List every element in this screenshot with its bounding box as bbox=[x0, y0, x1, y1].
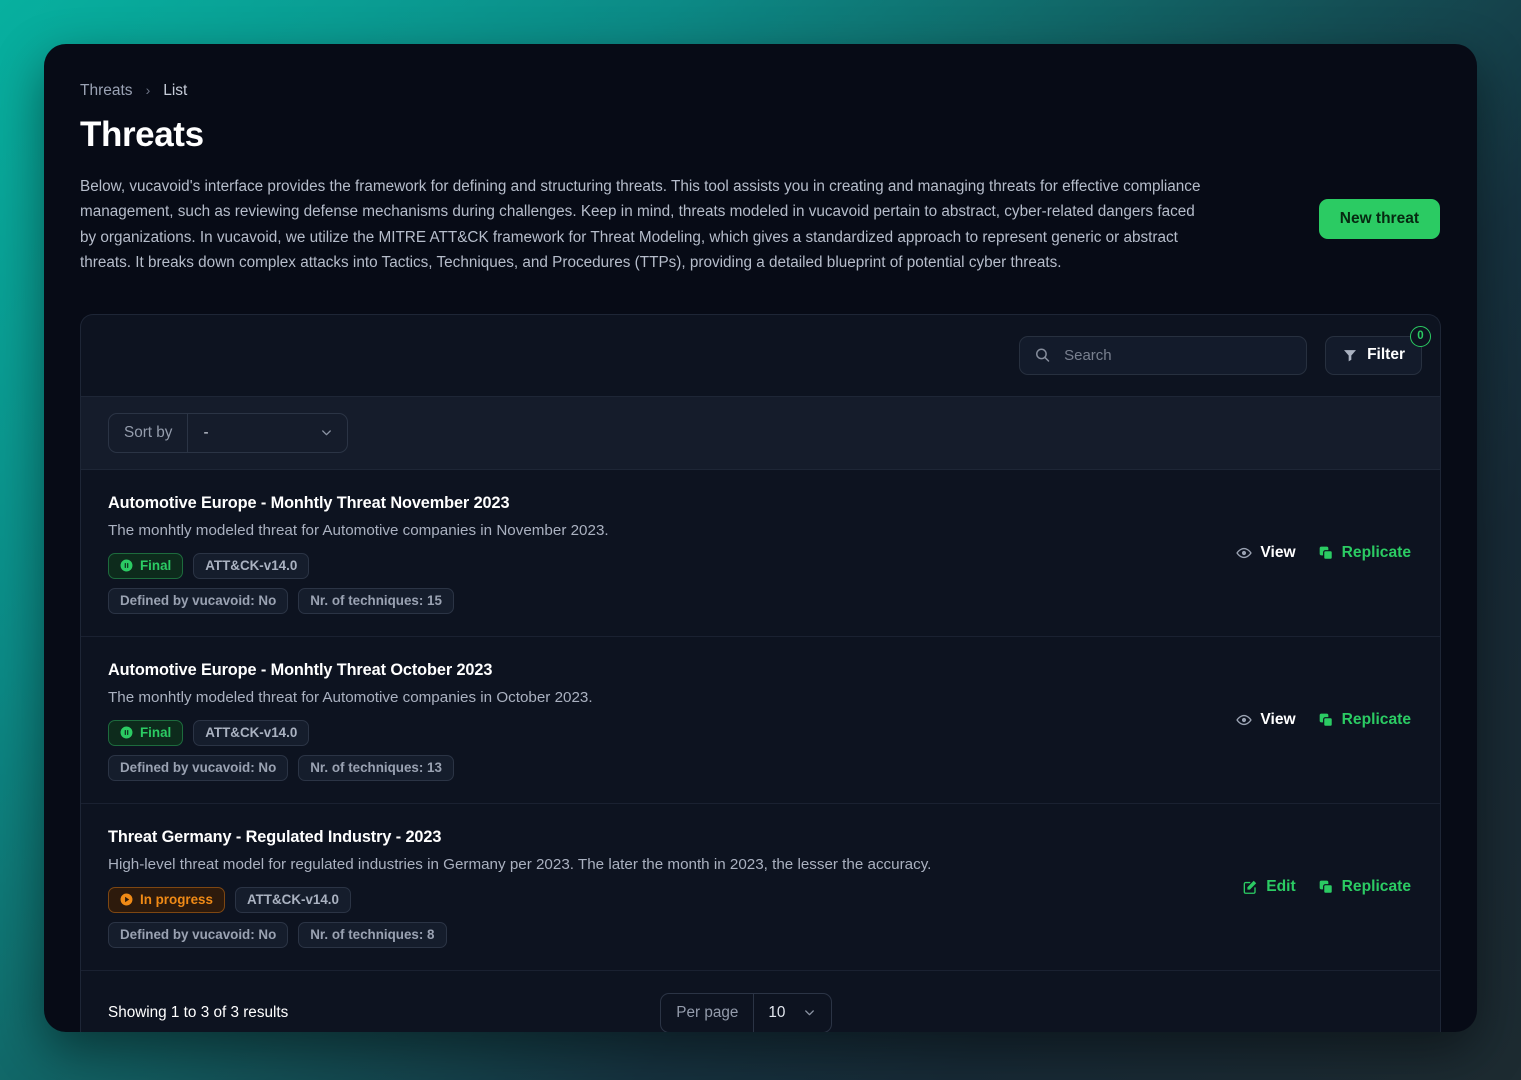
page-description: Below, vucavoid's interface provides the… bbox=[80, 177, 1201, 272]
results-summary: Showing 1 to 3 of 3 results bbox=[108, 1003, 289, 1021]
breadcrumb: Threats › List bbox=[80, 80, 1441, 102]
techniques-count-badge: Nr. of techniques: 8 bbox=[298, 921, 447, 948]
framework-badge: ATT&CK-v14.0 bbox=[193, 552, 310, 579]
edit-label: Edit bbox=[1266, 877, 1296, 895]
sort-by-control[interactable]: Sort by - bbox=[108, 412, 349, 453]
view-button[interactable]: View bbox=[1236, 543, 1296, 562]
per-page-value: 10 bbox=[768, 1003, 786, 1021]
sort-by-label: Sort by bbox=[109, 413, 189, 452]
edit-button[interactable]: Edit bbox=[1242, 877, 1296, 896]
status-label: In progress bbox=[140, 892, 213, 908]
threat-row-content: Automotive Europe - Monhtly Threat Octob… bbox=[108, 659, 593, 781]
table-row[interactable]: Threat Germany - Regulated Industry - 20… bbox=[81, 804, 1440, 971]
replicate-button[interactable]: Replicate bbox=[1318, 711, 1411, 729]
copy-icon bbox=[1319, 713, 1333, 727]
sort-by-value: - bbox=[203, 423, 209, 441]
copy-icon bbox=[1319, 880, 1333, 894]
pause-circle-icon bbox=[120, 726, 133, 739]
threat-chips-meta: Defined by vucavoid: No Nr. of technique… bbox=[108, 921, 931, 948]
row-actions: View Replicate bbox=[1236, 544, 1411, 562]
threat-chips-meta: Defined by vucavoid: No Nr. of technique… bbox=[108, 587, 609, 614]
breadcrumb-item-threats[interactable]: Threats bbox=[80, 82, 133, 100]
threats-panel: Filter 0 Sort by - bbox=[80, 313, 1441, 1032]
per-page-select[interactable]: 10 bbox=[754, 994, 831, 1032]
eye-icon bbox=[1236, 714, 1253, 726]
threat-chips-primary: Final ATT&CK-v14.0 bbox=[108, 552, 609, 579]
breadcrumb-item-list[interactable]: List bbox=[163, 82, 187, 100]
techniques-count-badge: Nr. of techniques: 15 bbox=[298, 587, 454, 614]
threat-description: The monhtly modeled threat for Automotiv… bbox=[108, 688, 593, 706]
techniques-count-badge: Nr. of techniques: 13 bbox=[298, 754, 454, 781]
table-row[interactable]: Automotive Europe - Monhtly Threat Novem… bbox=[81, 470, 1440, 637]
threat-chips-primary: In progress ATT&CK-v14.0 bbox=[108, 886, 931, 913]
search-input[interactable] bbox=[1019, 335, 1308, 375]
threat-title: Automotive Europe - Monhtly Threat Novem… bbox=[108, 493, 510, 512]
status-label: Final bbox=[140, 725, 172, 741]
page-header: Threats Below, vucavoid's interface prov… bbox=[80, 115, 1441, 276]
pause-circle-icon bbox=[120, 559, 133, 572]
threat-chips-meta: Defined by vucavoid: No Nr. of technique… bbox=[108, 754, 593, 781]
framework-badge: ATT&CK-v14.0 bbox=[234, 886, 351, 913]
status-badge: In progress bbox=[108, 886, 225, 913]
sort-bar: Sort by - bbox=[81, 395, 1440, 470]
filter-button[interactable]: Filter 0 bbox=[1325, 325, 1431, 375]
threat-title: Automotive Europe - Monhtly Threat Octob… bbox=[108, 660, 493, 679]
filter-count-badge: 0 bbox=[1410, 325, 1431, 347]
funnel-icon bbox=[1344, 350, 1357, 362]
play-circle-icon bbox=[120, 893, 133, 906]
view-label: View bbox=[1260, 710, 1296, 728]
table-footer: Showing 1 to 3 of 3 results Per page 10 bbox=[81, 970, 1440, 1032]
copy-icon bbox=[1319, 546, 1333, 560]
threat-description: High-level threat model for regulated in… bbox=[108, 855, 932, 873]
threat-row-content: Threat Germany - Regulated Industry - 20… bbox=[108, 826, 931, 948]
panel-toolbar: Filter 0 bbox=[81, 315, 1440, 396]
new-threat-button[interactable]: New threat bbox=[1318, 199, 1440, 239]
filter-label: Filter bbox=[1367, 346, 1405, 364]
pencil-square-icon bbox=[1243, 880, 1257, 894]
per-page-control[interactable]: Per page 10 bbox=[660, 992, 833, 1032]
row-actions: Edit Replicate bbox=[1242, 878, 1411, 896]
threat-description: The monhtly modeled threat for Automotiv… bbox=[108, 521, 609, 539]
defined-by-badge: Defined by vucavoid: No bbox=[108, 921, 289, 948]
page-content: Threats › List Threats Below, vucavoid's… bbox=[44, 44, 1477, 1032]
page-header-text: Threats Below, vucavoid's interface prov… bbox=[80, 115, 1205, 276]
replicate-button[interactable]: Replicate bbox=[1318, 878, 1411, 896]
row-actions: View Replicate bbox=[1236, 711, 1411, 729]
replicate-label: Replicate bbox=[1341, 877, 1411, 895]
breadcrumb-separator-icon: › bbox=[145, 82, 151, 98]
view-label: View bbox=[1260, 543, 1296, 561]
replicate-button[interactable]: Replicate bbox=[1318, 544, 1411, 562]
threat-title: Threat Germany - Regulated Industry - 20… bbox=[108, 827, 442, 846]
page-title: Threats bbox=[80, 115, 204, 154]
view-button[interactable]: View bbox=[1236, 710, 1296, 729]
defined-by-badge: Defined by vucavoid: No bbox=[108, 587, 289, 614]
replicate-label: Replicate bbox=[1341, 543, 1411, 561]
app-window: Threats › List Threats Below, vucavoid's… bbox=[44, 44, 1477, 1032]
chevron-down-icon bbox=[322, 430, 332, 436]
status-label: Final bbox=[140, 558, 172, 574]
chevron-down-icon bbox=[805, 1010, 815, 1016]
table-row[interactable]: Automotive Europe - Monhtly Threat Octob… bbox=[81, 637, 1440, 804]
search-field bbox=[1019, 335, 1308, 375]
eye-icon bbox=[1236, 547, 1253, 559]
framework-badge: ATT&CK-v14.0 bbox=[193, 719, 310, 746]
per-page-label: Per page bbox=[661, 993, 755, 1032]
threat-chips-primary: Final ATT&CK-v14.0 bbox=[108, 719, 593, 746]
status-badge: Final bbox=[108, 719, 184, 746]
threats-list: Automotive Europe - Monhtly Threat Novem… bbox=[81, 469, 1440, 971]
status-badge: Final bbox=[108, 552, 184, 579]
sort-by-select[interactable]: - bbox=[188, 414, 347, 452]
threat-row-content: Automotive Europe - Monhtly Threat Novem… bbox=[108, 492, 609, 614]
defined-by-badge: Defined by vucavoid: No bbox=[108, 754, 289, 781]
replicate-label: Replicate bbox=[1341, 710, 1411, 728]
